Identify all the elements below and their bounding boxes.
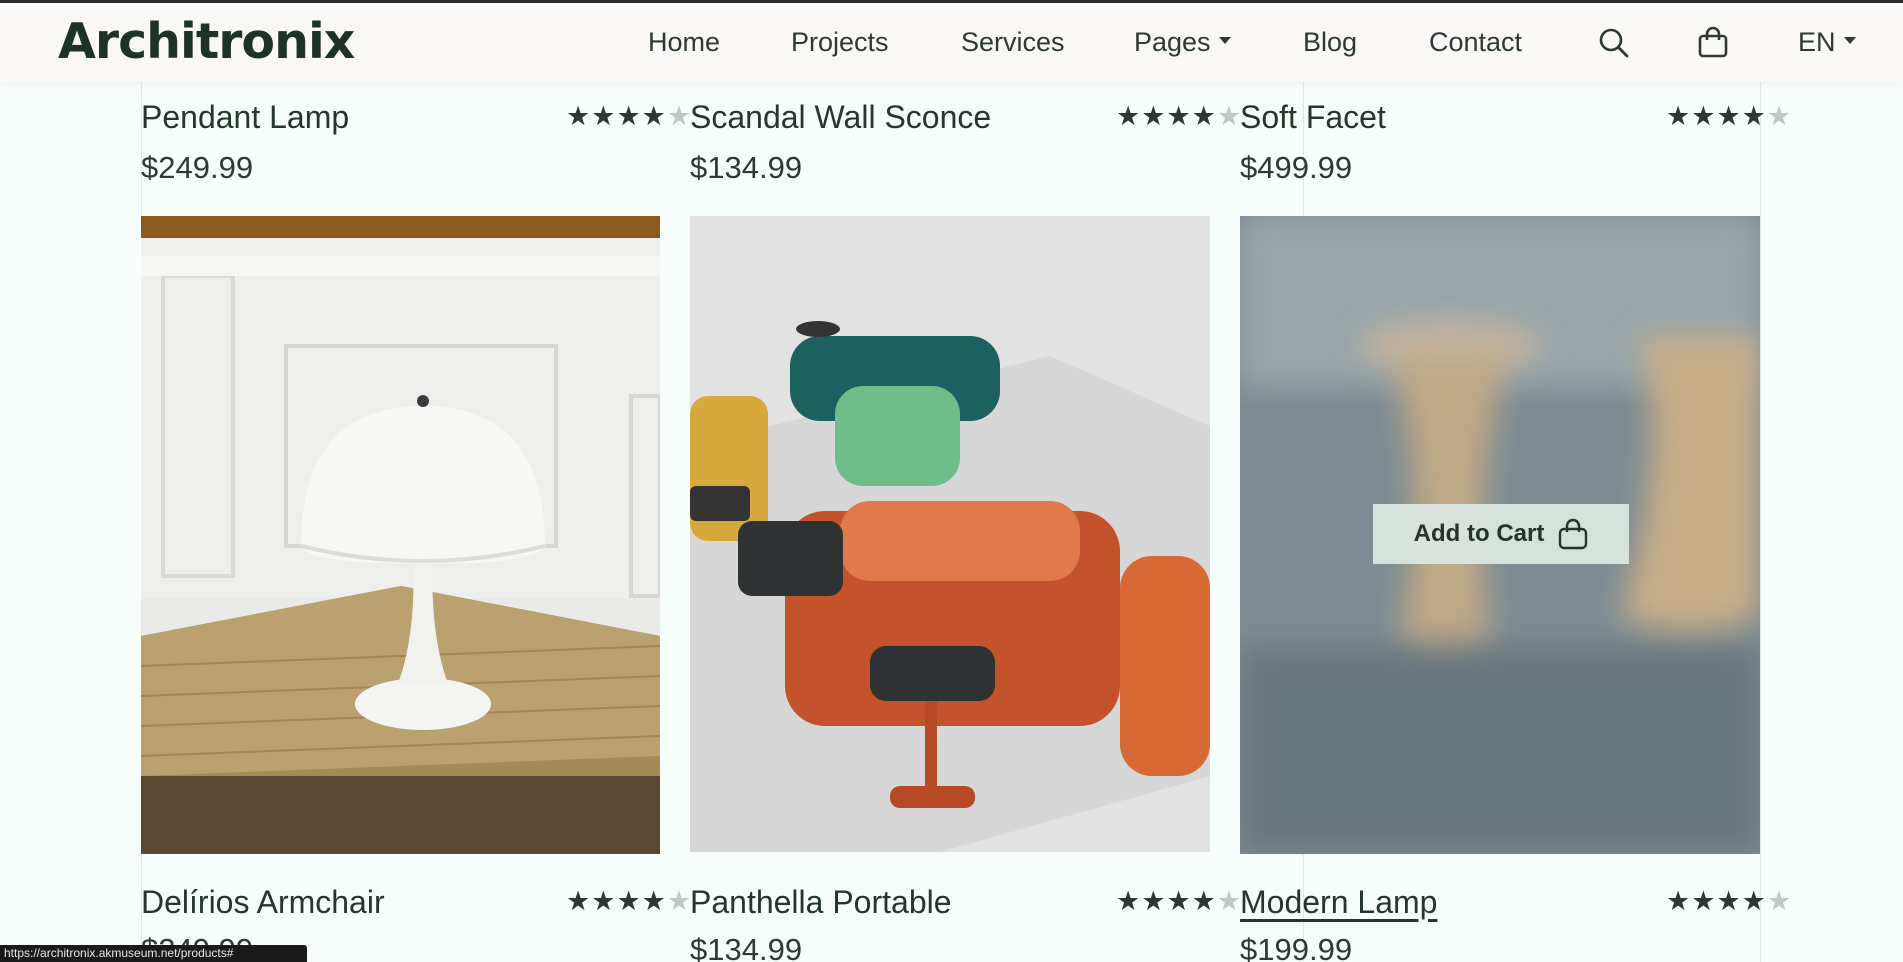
rating-stars: ★★★★★ (566, 886, 692, 917)
language-selector[interactable]: EN (1798, 27, 1856, 58)
star-filled-icon: ★ (1166, 101, 1192, 131)
product-price: $249.99 (141, 150, 254, 185)
site-header: Architronix Home Projects Services Pages… (0, 0, 1903, 82)
shopping-bag-icon[interactable] (1695, 25, 1731, 61)
product-title[interactable]: Soft Facet (1240, 99, 1386, 136)
product-price: $499.99 (1240, 150, 1353, 185)
page: Architronix Home Projects Services Pages… (0, 0, 1903, 962)
chevron-down-icon (1843, 37, 1856, 45)
product-image-lamp[interactable] (141, 216, 660, 854)
nav-home[interactable]: Home (648, 27, 720, 58)
star-filled-icon: ★ (591, 886, 617, 916)
star-filled-icon: ★ (1691, 886, 1717, 916)
product-price: $134.99 (690, 932, 803, 962)
status-bar-url: https://architronix.akmuseum.net/product… (0, 945, 307, 962)
star-filled-icon: ★ (1666, 101, 1692, 131)
product-image-sofa[interactable] (690, 216, 1210, 852)
star-filled-icon: ★ (566, 886, 592, 916)
shopping-bag-icon (1559, 518, 1588, 550)
star-filled-icon: ★ (1166, 886, 1192, 916)
star-filled-icon: ★ (1666, 886, 1692, 916)
star-filled-icon: ★ (641, 101, 667, 131)
star-empty-icon: ★ (666, 886, 693, 916)
search-icon[interactable] (1596, 25, 1632, 61)
star-empty-icon: ★ (1766, 886, 1793, 916)
add-to-cart-label: Add to Cart (1413, 520, 1545, 547)
nav-services[interactable]: Services (961, 27, 1065, 58)
nav-pages-label: Pages (1134, 27, 1211, 57)
star-filled-icon: ★ (591, 101, 617, 131)
product-title[interactable]: Pendant Lamp (141, 99, 349, 136)
star-filled-icon: ★ (641, 886, 667, 916)
add-to-cart-button[interactable]: Add to Cart (1373, 504, 1629, 564)
star-empty-icon: ★ (666, 101, 693, 131)
product-title[interactable]: Delírios Armchair (141, 884, 385, 921)
star-empty-icon: ★ (1216, 886, 1243, 916)
star-filled-icon: ★ (1741, 101, 1767, 131)
language-label: EN (1798, 27, 1836, 57)
rating-stars: ★★★★★ (566, 101, 692, 132)
chevron-down-icon (1218, 37, 1231, 45)
nav-projects[interactable]: Projects (791, 27, 889, 58)
star-filled-icon: ★ (1691, 101, 1717, 131)
rating-stars: ★★★★★ (1116, 101, 1242, 132)
nav-blog[interactable]: Blog (1303, 27, 1357, 58)
rating-stars: ★★★★★ (1666, 101, 1792, 132)
star-filled-icon: ★ (1141, 101, 1167, 131)
product-price: $134.99 (690, 150, 803, 185)
star-filled-icon: ★ (1741, 886, 1767, 916)
nav-pages[interactable]: Pages (1134, 27, 1231, 58)
star-filled-icon: ★ (1716, 886, 1742, 916)
nav-contact[interactable]: Contact (1429, 27, 1522, 58)
rating-stars: ★★★★★ (1116, 886, 1242, 917)
star-empty-icon: ★ (1216, 101, 1243, 131)
star-filled-icon: ★ (1141, 886, 1167, 916)
star-empty-icon: ★ (1766, 101, 1793, 131)
star-filled-icon: ★ (616, 101, 642, 131)
product-title[interactable]: Modern Lamp (1240, 884, 1437, 921)
star-filled-icon: ★ (1716, 101, 1742, 131)
product-title[interactable]: Panthella Portable (690, 884, 952, 921)
star-filled-icon: ★ (1116, 101, 1142, 131)
star-filled-icon: ★ (616, 886, 642, 916)
logo[interactable]: Architronix (58, 13, 355, 70)
rating-stars: ★★★★★ (1666, 886, 1792, 917)
star-filled-icon: ★ (566, 101, 592, 131)
star-filled-icon: ★ (1116, 886, 1142, 916)
product-title[interactable]: Scandal Wall Sconce (690, 99, 991, 136)
grid-line (1760, 82, 1761, 962)
product-price: $199.99 (1240, 932, 1353, 962)
star-filled-icon: ★ (1191, 101, 1217, 131)
star-filled-icon: ★ (1191, 886, 1217, 916)
